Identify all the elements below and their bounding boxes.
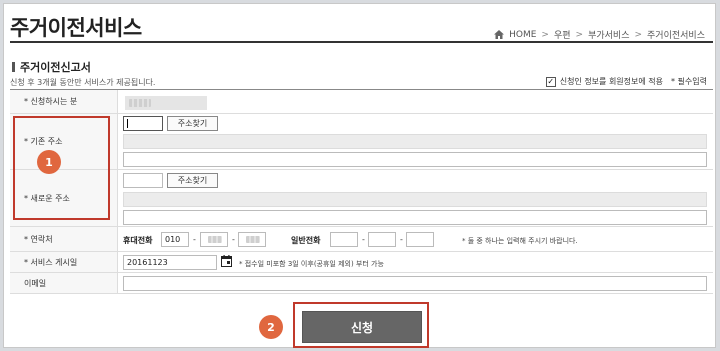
title-divider	[10, 41, 713, 43]
browser-frame: 주거이전서비스 HOME > 우편 > 부가서비스 > 주거이전서비스 주거이전…	[3, 3, 716, 348]
old-address-base-input[interactable]	[123, 134, 707, 149]
phone-label: 일반전화	[291, 236, 321, 245]
new-address-row: * 새로운 주소 주소찾기	[10, 170, 713, 227]
submit-button[interactable]: 신청	[302, 311, 422, 343]
contact-label: * 연락처	[10, 227, 118, 251]
dash: -	[193, 235, 196, 244]
dash: -	[400, 235, 403, 244]
dash: -	[362, 235, 365, 244]
callout-badge-2: 2	[259, 315, 283, 339]
phone-last-input[interactable]	[406, 232, 434, 247]
phone-middle-input[interactable]	[368, 232, 396, 247]
breadcrumb-separator: >	[634, 29, 643, 40]
mobile-prefix-select[interactable]: 010	[161, 232, 189, 247]
apply-member-info-option[interactable]: ✓ 신청인 정보를 회원정보에 적용	[545, 76, 664, 87]
breadcrumb-item-home[interactable]: HOME	[509, 30, 536, 40]
start-date-row: * 서비스 게시일 20161123 * 접수일 미포함 3일 이후(공휴일 제…	[10, 252, 713, 273]
breadcrumb: HOME > 우편 > 부가서비스 > 주거이전서비스	[494, 28, 705, 41]
dash: -	[232, 235, 235, 244]
old-address-detail-input[interactable]	[123, 152, 707, 167]
new-address-base-input[interactable]	[123, 192, 707, 207]
start-date-note: * 접수일 미포함 3일 이후(공휴일 제외) 부터 가능	[239, 260, 384, 268]
old-find-address-button[interactable]: 주소찾기	[167, 116, 218, 131]
start-date-input[interactable]: 20161123	[123, 255, 217, 270]
mobile-middle-input[interactable]	[200, 232, 228, 247]
new-postcode-input[interactable]	[123, 173, 163, 188]
mobile-label: 휴대전화	[123, 236, 153, 245]
applicant-name-value	[125, 96, 207, 110]
section-bullet-icon	[12, 62, 15, 72]
contact-row: * 연락처 휴대전화 010 - - 일반전화 - - * 둘 중 하나는 입력…	[10, 227, 713, 252]
apply-member-info-checkbox[interactable]: ✓	[545, 76, 556, 87]
email-row: 이메일	[10, 273, 713, 294]
new-find-address-button[interactable]: 주소찾기	[167, 173, 218, 188]
calendar-icon[interactable]	[221, 255, 232, 267]
relocation-form: * 신청하시는 분 * 기존 주소 주소찾기 * 새로운 주소 주소찾기 * 연…	[10, 89, 713, 294]
breadcrumb-separator: >	[575, 29, 584, 40]
required-note: * 필수입력	[671, 77, 707, 86]
text-cursor	[127, 119, 128, 128]
callout-badge-1: 1	[37, 150, 61, 174]
service-period-info: 신청 후 3개월 동안만 서비스가 제공됩니다.	[10, 78, 156, 87]
redacted-name	[129, 99, 151, 107]
applicant-row: * 신청하시는 분	[10, 90, 713, 114]
applicant-label: * 신청하시는 분	[10, 90, 118, 113]
form-options: ✓ 신청인 정보를 회원정보에 적용 * 필수입력	[545, 76, 707, 87]
redacted-digits	[208, 236, 222, 243]
highlight-address-labels	[13, 116, 110, 220]
breadcrumb-item-post[interactable]: 우편	[554, 28, 571, 41]
breadcrumb-separator: >	[541, 29, 549, 40]
start-date-label: * 서비스 게시일	[10, 252, 118, 272]
redacted-digits	[246, 236, 260, 243]
old-postcode-input[interactable]	[123, 116, 163, 131]
phone-area-input[interactable]	[330, 232, 358, 247]
apply-member-info-label: 신청인 정보를 회원정보에 적용	[559, 77, 664, 86]
home-icon	[494, 30, 505, 39]
section-title-text: 주거이전신고서	[20, 61, 91, 74]
page-title: 주거이전서비스	[10, 16, 142, 40]
contact-note: * 둘 중 하나는 입력해 주시기 바랍니다.	[462, 237, 578, 245]
mobile-last-input[interactable]	[238, 232, 266, 247]
old-address-row: * 기존 주소 주소찾기	[10, 114, 713, 170]
new-address-detail-input[interactable]	[123, 210, 707, 225]
section-title: 주거이전신고서	[12, 59, 91, 75]
email-label: 이메일	[10, 273, 118, 293]
breadcrumb-item-extra-services[interactable]: 부가서비스	[588, 28, 629, 41]
breadcrumb-item-current[interactable]: 주거이전서비스	[647, 28, 705, 41]
email-input[interactable]	[123, 276, 707, 291]
